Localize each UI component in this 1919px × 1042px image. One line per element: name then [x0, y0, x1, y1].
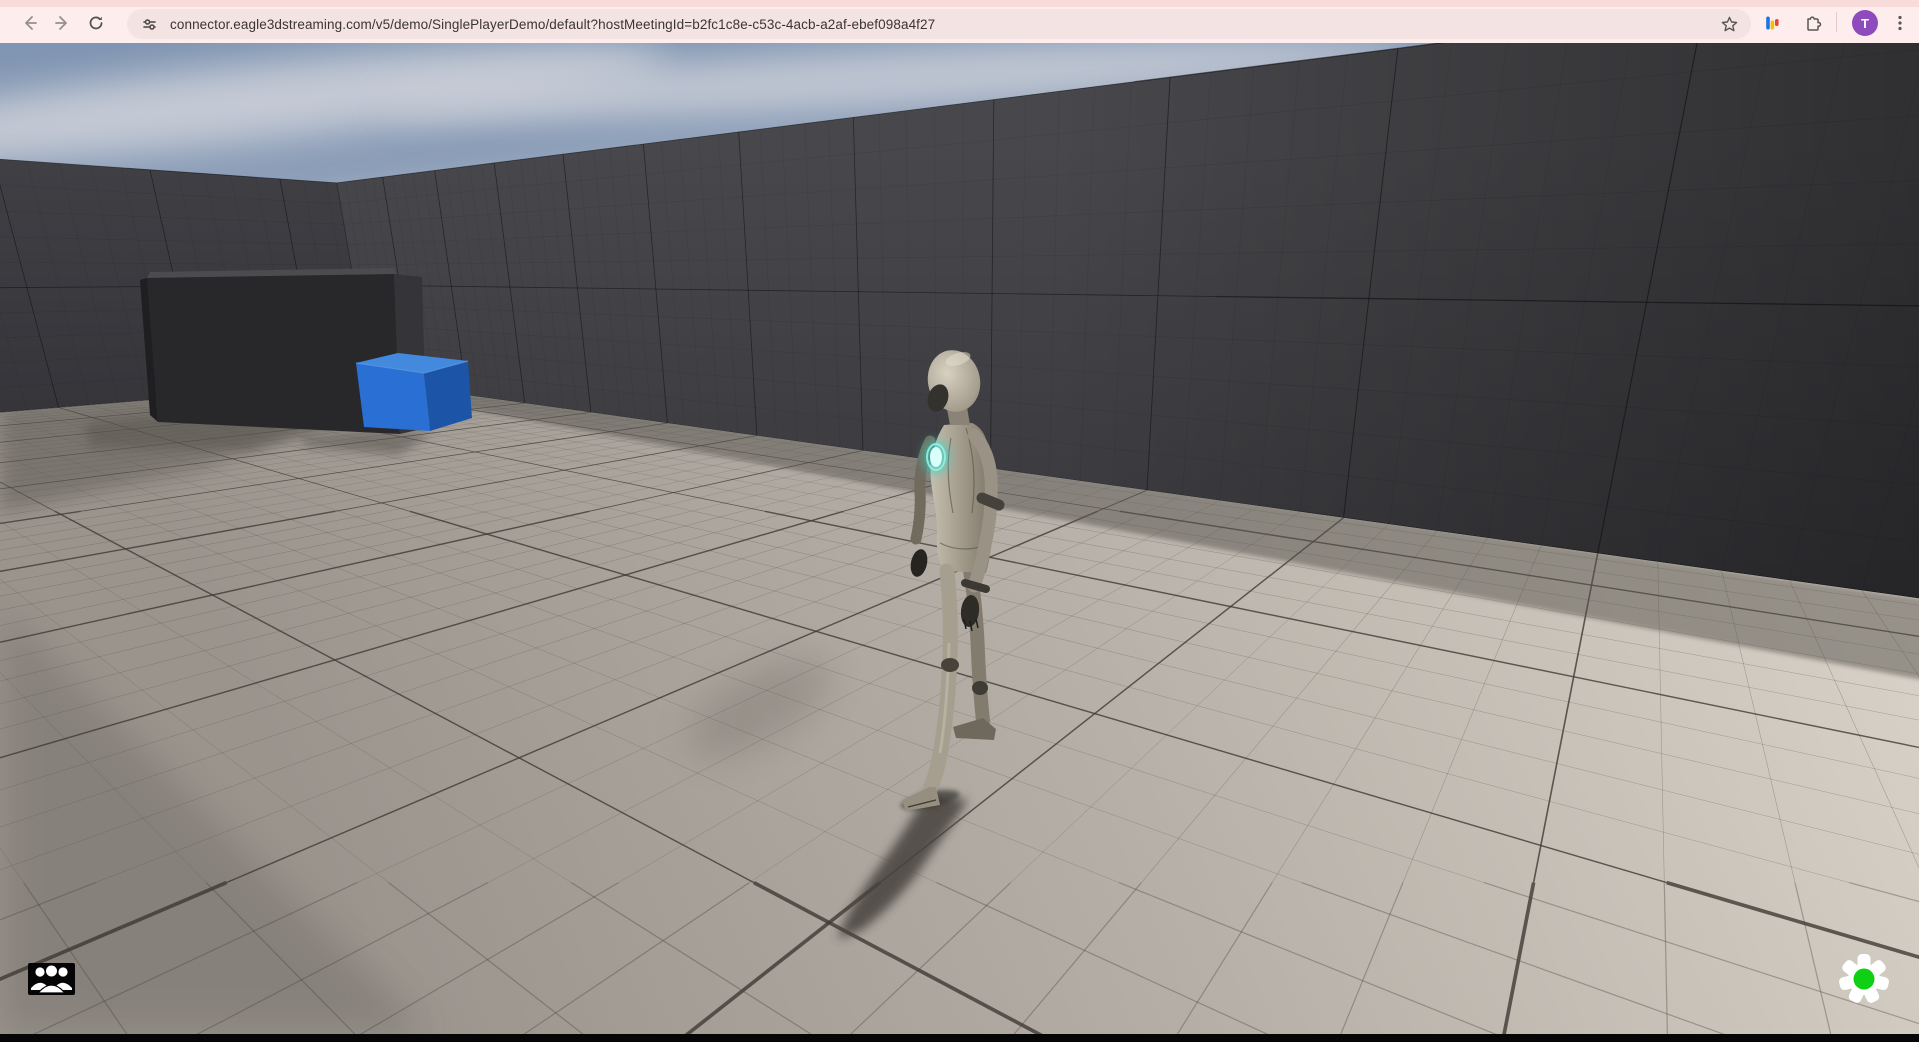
site-controls-icon[interactable] — [141, 16, 158, 33]
forward-arrow-icon — [53, 14, 71, 32]
url-text[interactable]: connector.eagle3dstreaming.com/v5/demo/S… — [170, 17, 1720, 32]
streaming-3d-viewport[interactable] — [0, 43, 1919, 1034]
bottom-letterbox-bar — [0, 1034, 1919, 1042]
tabstrip-edge — [0, 0, 1919, 7]
avatar-letter: T — [1861, 16, 1869, 31]
bookmark-star-icon[interactable] — [1720, 15, 1739, 34]
browser-toolbar: connector.eagle3dstreaming.com/v5/demo/S… — [0, 0, 1919, 43]
colored-bars-icon — [1763, 14, 1781, 32]
colored-bars-extension-button[interactable] — [1758, 9, 1786, 37]
profile-avatar: T — [1852, 10, 1878, 36]
kebab-menu-icon — [1891, 14, 1909, 32]
back-arrow-icon — [21, 14, 39, 32]
reload-icon — [87, 14, 105, 32]
address-bar[interactable]: connector.eagle3dstreaming.com/v5/demo/S… — [127, 9, 1751, 39]
toolbar-separator — [1836, 12, 1837, 32]
blue-cube — [356, 353, 472, 431]
extensions-button[interactable] — [1798, 9, 1826, 37]
users-group-icon[interactable] — [28, 963, 75, 995]
forward-button[interactable] — [48, 9, 76, 37]
menu-button[interactable] — [1886, 9, 1914, 37]
profile-button[interactable]: T — [1851, 9, 1879, 37]
reload-button[interactable] — [82, 9, 110, 37]
back-button[interactable] — [16, 9, 44, 37]
browser-window: connector.eagle3dstreaming.com/v5/demo/S… — [0, 0, 1919, 1042]
extensions-puzzle-icon — [1802, 13, 1822, 33]
